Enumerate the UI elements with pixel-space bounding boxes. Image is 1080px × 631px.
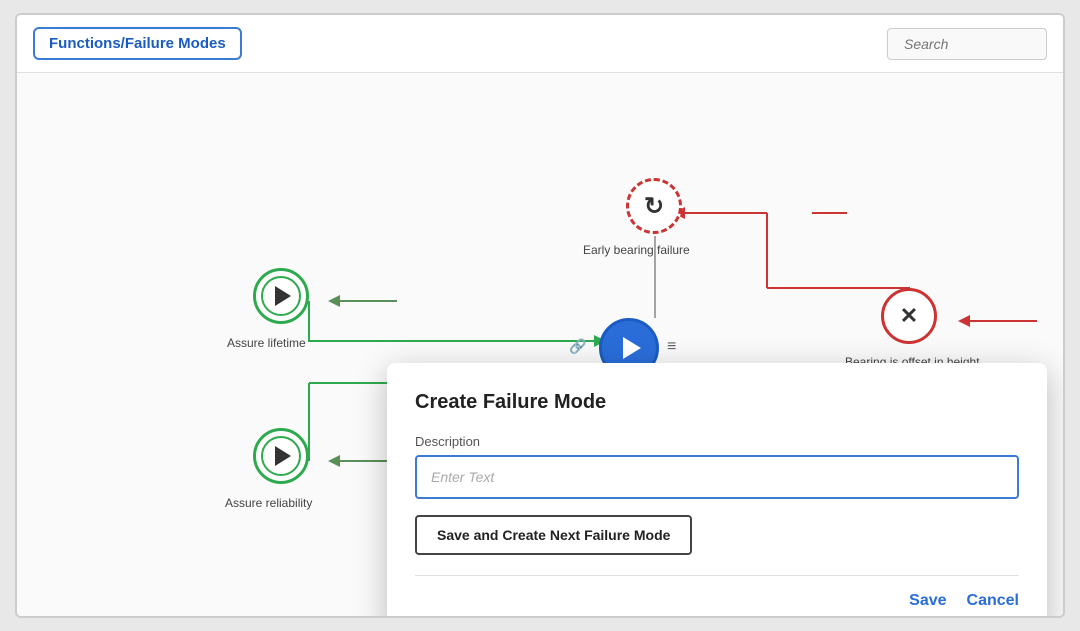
save-button[interactable]: Save — [909, 592, 946, 610]
save-and-create-next-button[interactable]: Save and Create Next Failure Mode — [415, 515, 692, 555]
header-title: Functions/Failure Modes — [33, 27, 242, 60]
description-label: Description — [415, 434, 1019, 449]
canvas: Assure lifetime Assure reliability ↻ Ear… — [17, 73, 1063, 616]
main-window: Functions/Failure Modes — [15, 13, 1065, 618]
cancel-button[interactable]: Cancel — [967, 592, 1019, 610]
modal-footer: Save Cancel — [415, 575, 1019, 610]
create-failure-mode-modal: Create Failure Mode Description Save and… — [387, 363, 1047, 616]
search-input[interactable] — [887, 28, 1047, 60]
modal-overlay: Create Failure Mode Description Save and… — [17, 73, 1063, 616]
header: Functions/Failure Modes — [17, 15, 1063, 73]
description-input[interactable] — [415, 455, 1019, 499]
modal-title: Create Failure Mode — [415, 391, 1019, 414]
